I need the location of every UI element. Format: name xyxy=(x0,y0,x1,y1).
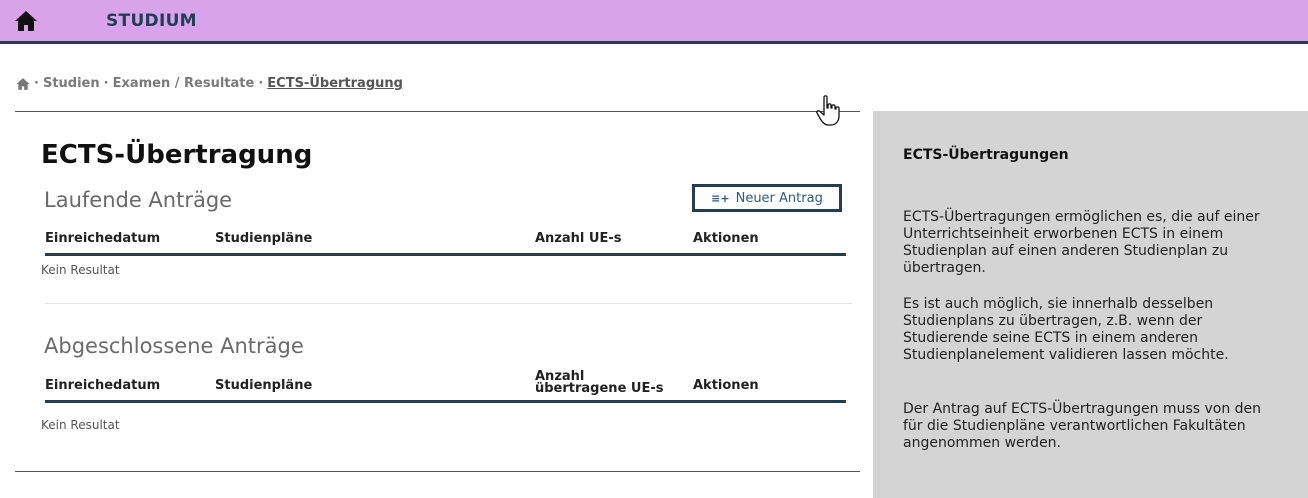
breadcrumb-separator: · xyxy=(258,76,264,91)
finished-table-header: Einreichedatum Studienpläne Anzahl übert… xyxy=(45,370,846,403)
breadcrumb-home-icon[interactable] xyxy=(16,77,30,91)
col-einreichedatum[interactable]: Einreichedatum xyxy=(45,231,160,246)
col-studienplaene[interactable]: Studienpläne xyxy=(215,378,312,393)
add-list-icon: ≡+ xyxy=(711,191,730,205)
col-aktionen: Aktionen xyxy=(693,378,759,393)
col-studienplaene[interactable]: Studienpläne xyxy=(215,231,312,246)
running-table-header: Einreichedatum Studienpläne Anzahl UE-s … xyxy=(45,225,846,256)
home-icon[interactable] xyxy=(14,10,38,32)
breadcrumb-studien[interactable]: Studien xyxy=(43,76,100,91)
col-anzahl-uebertragene-ue[interactable]: Anzahl übertragene UE-s xyxy=(535,370,675,395)
breadcrumb-current[interactable]: ECTS-Übertragung xyxy=(267,76,403,91)
running-section-title: Laufende Anträge xyxy=(44,188,233,212)
sidebar-title: ECTS-Übertragungen xyxy=(903,147,1069,163)
top-bar: STUDIUM xyxy=(0,0,1308,44)
main-panel: ECTS-Übertragung Laufende Anträge ≡+ Neu… xyxy=(15,111,860,472)
sidebar-paragraph: Es ist auch möglich, sie innerhalb desse… xyxy=(903,296,1229,363)
breadcrumb-separator: · xyxy=(34,76,39,91)
breadcrumb-separator: · xyxy=(103,76,109,91)
col-aktionen: Aktionen xyxy=(693,231,759,246)
new-request-button[interactable]: ≡+ Neuer Antrag xyxy=(692,184,842,212)
col-anzahl-ue[interactable]: Anzahl UE-s xyxy=(535,231,621,246)
new-request-label: Neuer Antrag xyxy=(735,190,823,206)
col-einreichedatum[interactable]: Einreichedatum xyxy=(45,378,160,393)
finished-section-title: Abgeschlossene Anträge xyxy=(44,334,304,358)
info-sidebar: ECTS-Übertragungen ECTS-Übertragungen er… xyxy=(873,111,1308,498)
sidebar-paragraph: ECTS-Übertragungen ermöglichen es, die a… xyxy=(903,209,1260,276)
section-divider xyxy=(45,303,852,304)
breadcrumb: · Studien · Examen / Resultate · ECTS-Üb… xyxy=(16,76,403,91)
page-title: ECTS-Übertragung xyxy=(41,140,313,170)
breadcrumb-examen[interactable]: Examen / Resultate xyxy=(113,76,255,91)
finished-empty-message: Kein Resultat xyxy=(41,418,120,432)
hand-pointer-icon xyxy=(816,95,840,126)
app-title[interactable]: STUDIUM xyxy=(106,11,197,31)
running-empty-message: Kein Resultat xyxy=(41,263,120,277)
sidebar-paragraph: Der Antrag auf ECTS-Übertragungen muss v… xyxy=(903,401,1262,451)
